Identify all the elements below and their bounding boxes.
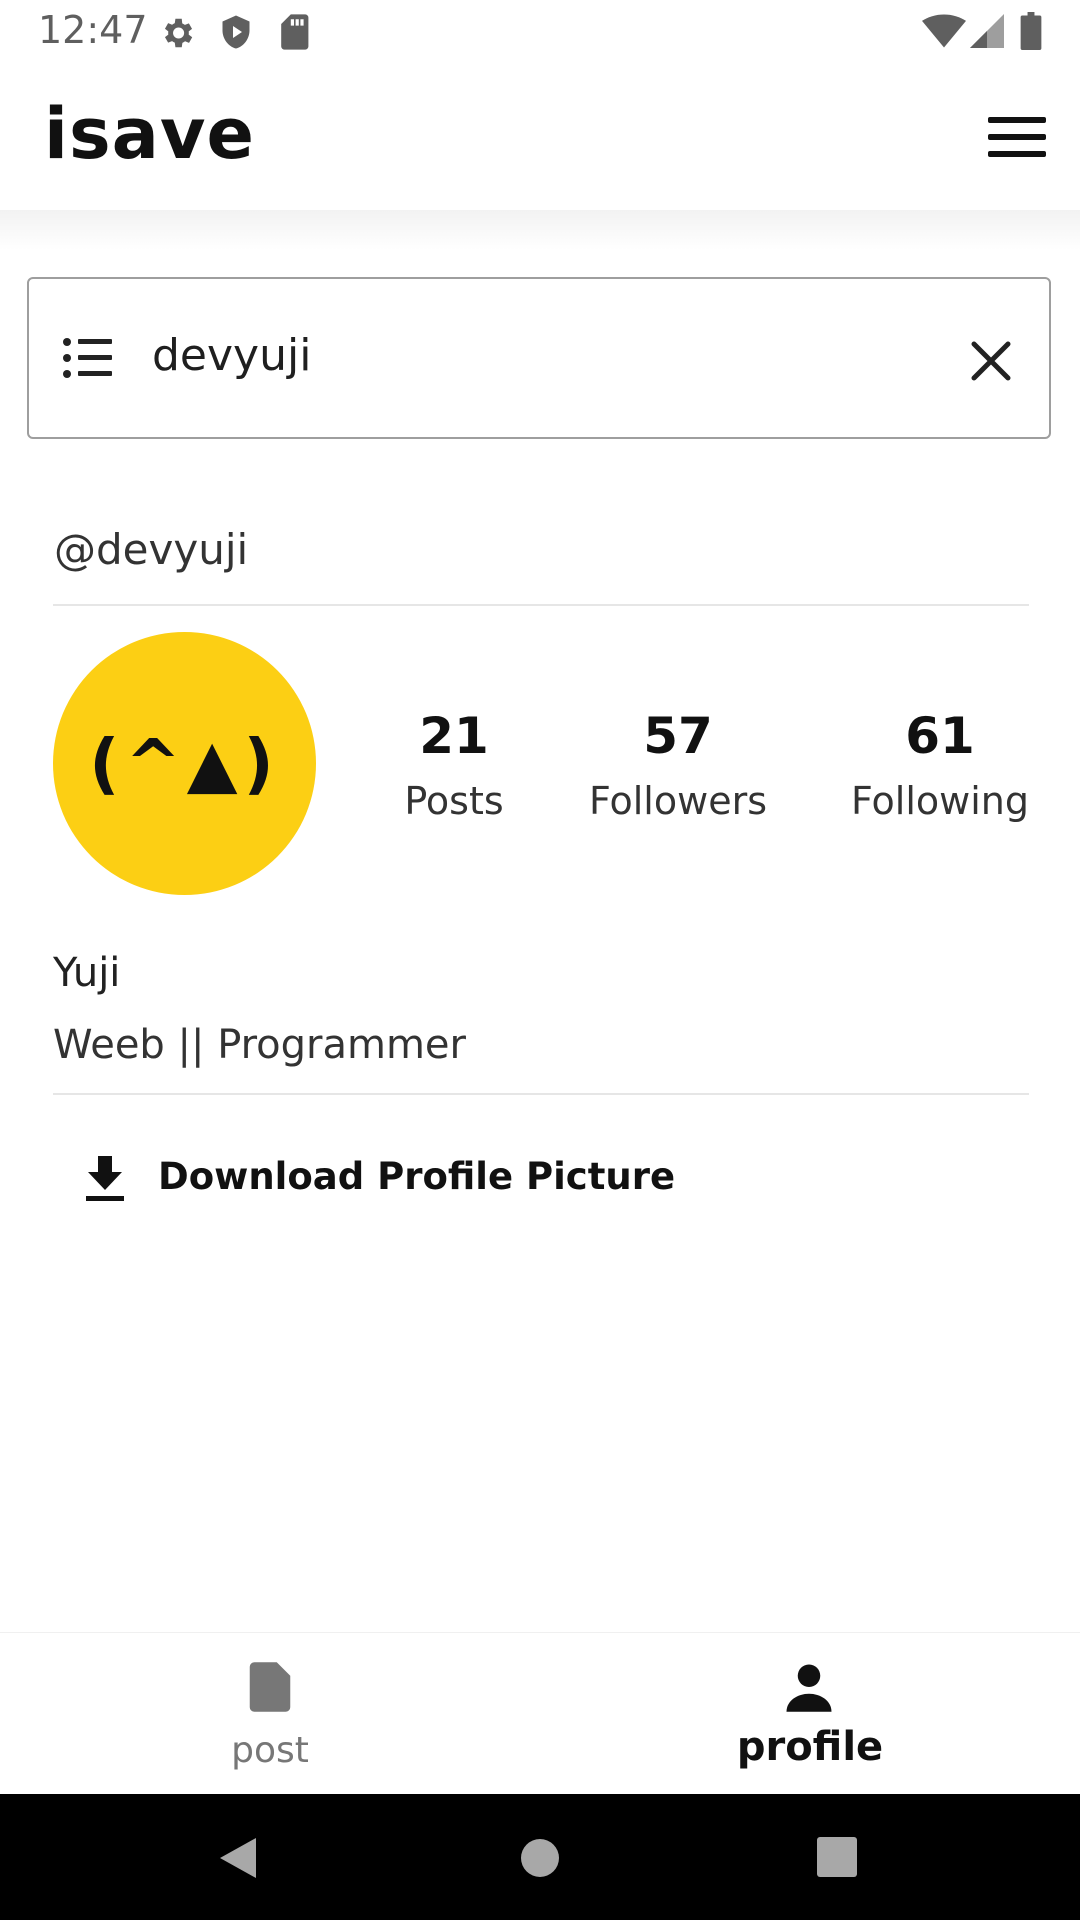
home-icon[interactable]: [519, 1837, 561, 1879]
divider: [53, 604, 1029, 606]
app-title: isave: [44, 93, 256, 175]
app-bar-shadow: [0, 210, 1080, 250]
following-count: 61: [905, 707, 975, 765]
followers-count: 57: [643, 707, 713, 765]
profile-name: Yuji: [53, 950, 121, 996]
posts-label: Posts: [404, 779, 504, 823]
gear-icon: [164, 18, 193, 48]
person-icon: [786, 1664, 832, 1712]
posts-count: 21: [419, 707, 489, 765]
nav-label-post[interactable]: post: [120, 1730, 420, 1771]
sd-card-icon: [281, 14, 309, 50]
recents-icon[interactable]: [816, 1836, 858, 1878]
download-icon: [86, 1156, 124, 1201]
back-icon[interactable]: [216, 1834, 260, 1882]
signal-icon: [970, 14, 1004, 48]
shield-icon: [222, 15, 250, 49]
document-icon: [249, 1662, 291, 1712]
wifi-icon: [922, 14, 966, 48]
profile-handle: @devyuji: [54, 525, 249, 574]
close-icon[interactable]: [970, 340, 1012, 382]
avatar-text: (^▲): [89, 725, 280, 802]
nav-label-profile[interactable]: profile: [660, 1724, 960, 1770]
hamburger-menu-icon[interactable]: [986, 113, 1048, 161]
followers-label: Followers: [589, 779, 767, 823]
search-input[interactable]: devyuji: [152, 330, 311, 381]
battery-icon: [1020, 12, 1042, 50]
list-icon[interactable]: [62, 336, 114, 380]
profile-bio: Weeb || Programmer: [53, 1022, 466, 1068]
download-label[interactable]: Download Profile Picture: [158, 1155, 675, 1198]
following-label: Following: [851, 779, 1029, 823]
status-time: 12:47: [38, 8, 148, 52]
divider: [53, 1093, 1029, 1095]
